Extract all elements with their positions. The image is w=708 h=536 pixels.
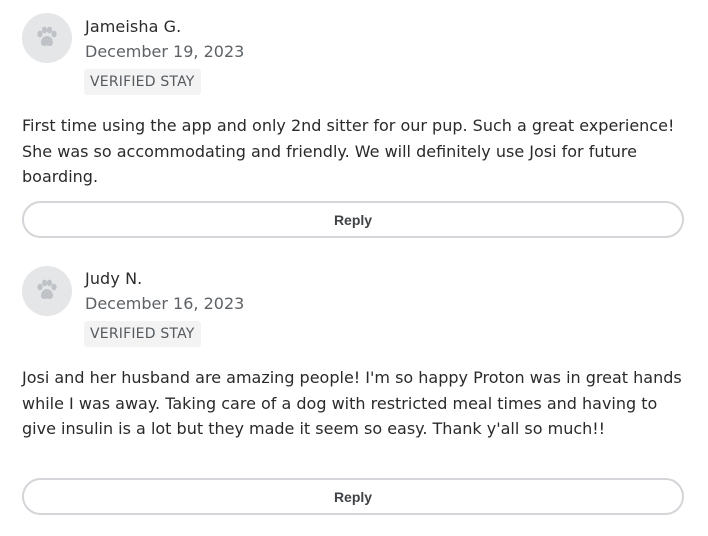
reviewer-name: Judy N. <box>85 269 143 288</box>
avatar <box>22 266 72 316</box>
review-text: Josi and her husband are amazing people!… <box>22 368 682 438</box>
reply-button[interactable]: Reply <box>22 478 684 515</box>
verified-stay-badge: VERIFIED STAY <box>84 321 201 347</box>
paw-icon <box>33 277 61 305</box>
paw-icon <box>33 24 61 52</box>
review-text: First time using the app and only 2nd si… <box>22 116 675 186</box>
reply-button[interactable]: Reply <box>22 201 684 238</box>
avatar <box>22 13 72 63</box>
verified-stay-badge: VERIFIED STAY <box>84 69 201 95</box>
review-date: December 19, 2023 <box>85 42 245 61</box>
reviewer-name: Jameisha G. <box>85 17 182 36</box>
review-date: December 16, 2023 <box>85 294 245 313</box>
